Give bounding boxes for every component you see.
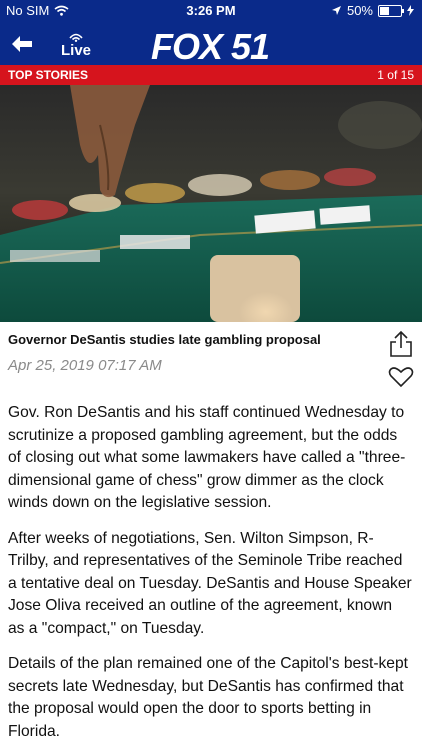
favorite-heart-icon[interactable]: [388, 366, 414, 388]
live-button[interactable]: Live: [56, 30, 96, 59]
status-bar: No SIM 3:26 PM 50%: [0, 0, 422, 22]
casino-table-illustration: [0, 85, 422, 322]
article-paragraph: Gov. Ron DeSantis and his staff continue…: [8, 404, 406, 511]
app-header: Live FOX 51: [0, 22, 422, 67]
battery-icon: [378, 4, 404, 17]
share-icon[interactable]: [388, 330, 414, 358]
status-right: 50%: [331, 3, 414, 18]
battery-fill: [380, 6, 389, 15]
article-headline: Governor DeSantis studies late gambling …: [8, 332, 321, 347]
article-date: Apr 25, 2019 07:17 AM: [8, 357, 162, 374]
live-label: Live: [60, 42, 91, 59]
article-body: Gov. Ron DeSantis and his staff continue…: [8, 402, 412, 756]
fox51-logo: FOX 51: [151, 26, 270, 67]
section-label: TOP STORIES: [8, 68, 89, 82]
location-arrow-icon: [331, 6, 341, 15]
broadcast-icon: [69, 33, 83, 42]
article-image[interactable]: [0, 85, 422, 322]
back-arrow-icon[interactable]: [10, 34, 34, 54]
story-counter: 1 of 15: [377, 68, 414, 82]
article-paragraph: Details of the plan remained one of the …: [8, 655, 408, 740]
charging-bolt-icon: [407, 5, 414, 16]
battery-percent: 50%: [346, 3, 373, 18]
section-bar: TOP STORIES 1 of 15: [0, 65, 422, 85]
article-paragraph: After weeks of negotiations, Sen. Wilton…: [8, 529, 412, 637]
